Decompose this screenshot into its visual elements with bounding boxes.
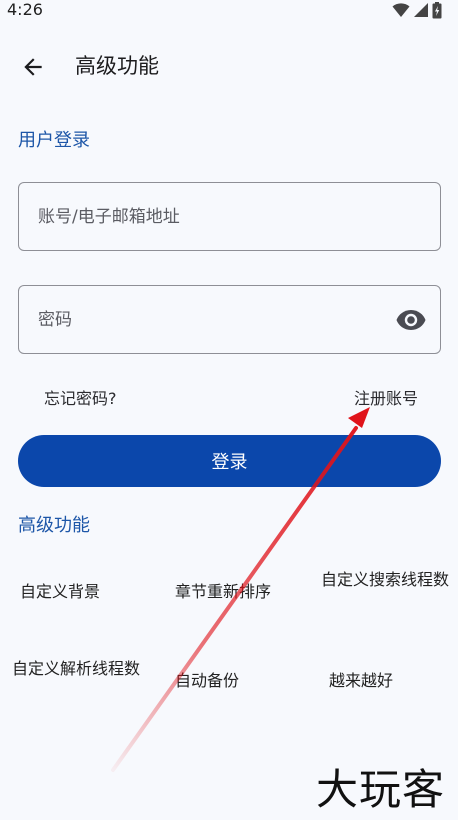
status-time: 4:26 <box>7 0 43 19</box>
login-button[interactable]: 登录 <box>18 435 441 487</box>
wifi-icon <box>392 3 410 17</box>
battery-icon <box>432 1 442 18</box>
password-input[interactable] <box>19 286 440 353</box>
feature-custom-parse-threads[interactable]: 自定义解析线程数 <box>12 657 140 680</box>
login-section-title: 用户登录 <box>18 130 90 151</box>
status-bar: 4:26 <box>0 0 458 22</box>
feature-custom-search-threads[interactable]: 自定义搜索线程数 <box>320 568 450 591</box>
toggle-password-visibility-button[interactable] <box>396 306 426 334</box>
password-field[interactable] <box>18 285 441 354</box>
account-field[interactable] <box>18 182 441 251</box>
feature-auto-backup[interactable]: 自动备份 <box>142 669 272 692</box>
feature-getting-better[interactable]: 越来越好 <box>296 669 426 692</box>
eye-icon <box>396 310 426 330</box>
register-link[interactable]: 注册账号 <box>354 388 418 410</box>
feature-custom-background[interactable]: 自定义背景 <box>0 580 125 603</box>
arrow-left-icon <box>24 58 42 76</box>
back-button[interactable] <box>14 48 52 86</box>
page-title: 高级功能 <box>75 54 159 78</box>
forgot-password-link[interactable]: 忘记密码? <box>44 388 117 410</box>
status-icons <box>392 1 442 18</box>
watermark-logo: 大玩客 <box>316 765 446 814</box>
app-bar: 高级功能 <box>0 40 458 94</box>
annotation-arrow <box>111 407 370 772</box>
feature-reorder-chapters[interactable]: 章节重新排序 <box>158 580 288 603</box>
signal-icon <box>414 3 428 17</box>
account-input[interactable] <box>19 183 440 250</box>
features-section-title: 高级功能 <box>18 515 90 536</box>
